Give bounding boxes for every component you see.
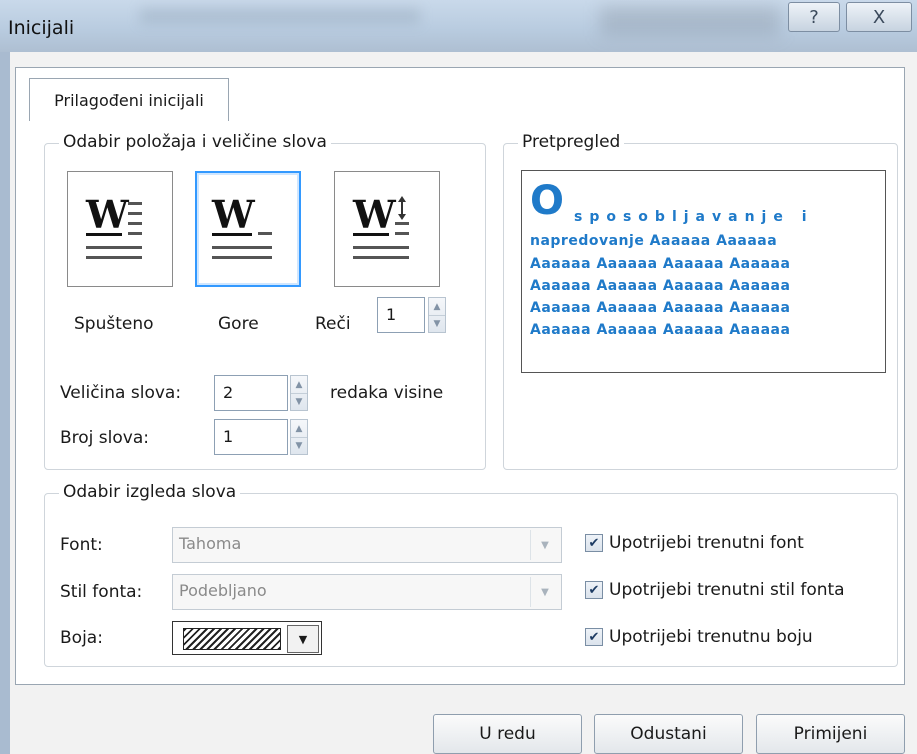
preview-line: napredovanje Aaaaaa Aaaaaa (530, 233, 778, 249)
spin-down-icon[interactable]: ▼ (291, 393, 307, 410)
spin-down-icon[interactable]: ▼ (291, 437, 307, 454)
group-title: Pretpregled (518, 132, 625, 152)
words-spinner-input[interactable]: 1 (377, 297, 425, 333)
layout-margin-option[interactable]: W (334, 171, 440, 287)
close-icon: X (872, 6, 886, 28)
spinner-value: 1 (223, 427, 234, 446)
spin-up-icon[interactable]: ▲ (291, 420, 307, 438)
font-style-label: Stil fonta: (60, 582, 143, 602)
font-size-spinner-buttons[interactable]: ▲ ▼ (290, 375, 308, 411)
letter-count-label: Broj slova: (60, 428, 149, 448)
font-size-label: Veličina slova: (60, 383, 182, 403)
close-button[interactable]: X (846, 2, 912, 32)
spin-up-icon[interactable]: ▲ (291, 376, 307, 394)
words-spinner-buttons[interactable]: ▲ ▼ (428, 297, 446, 333)
use-current-style-checkbox[interactable]: ✔ Upotrijebi trenutni stil fonta (585, 580, 845, 600)
font-style-value: Podebljano (179, 581, 267, 600)
use-current-color-checkbox[interactable]: ✔ Upotrijebi trenutnu boju (585, 627, 813, 647)
preview-line: Aaaaaa Aaaaaa Aaaaaa Aaaaaa (530, 278, 791, 294)
chevron-down-icon[interactable]: ▼ (287, 625, 319, 653)
font-style-select[interactable]: Podebljano ▼ (172, 574, 562, 610)
background-blur (140, 8, 420, 24)
font-size-unit-label: redaka visine (330, 383, 444, 403)
preview-line: Aaaaaa Aaaaaa Aaaaaa Aaaaaa (530, 256, 791, 272)
font-label: Font: (60, 535, 103, 555)
window-title: Inicijali (8, 17, 75, 39)
preview-box: O sposobljavanje i napredovanje Aaaaaa A… (521, 170, 886, 373)
preview-initial: O (530, 178, 565, 224)
font-value: Tahoma (179, 534, 242, 553)
ok-button[interactable]: U redu (433, 714, 582, 754)
hatch-swatch-icon (183, 628, 281, 650)
layout-top-label: Gore (218, 314, 259, 334)
preview-line: Aaaaaa Aaaaaa Aaaaaa Aaaaaa (530, 300, 791, 316)
spin-up-icon[interactable]: ▲ (429, 298, 445, 316)
preview-line: Aaaaaa Aaaaaa Aaaaaa Aaaaaa (530, 322, 791, 338)
top-layout-icon: W (211, 192, 272, 259)
font-size-input[interactable]: 2 (214, 375, 288, 411)
layout-dropped-option[interactable]: W (67, 171, 173, 287)
layout-words-label: Reči (315, 314, 351, 334)
letter-count-spinner-buttons[interactable]: ▲ ▼ (290, 419, 308, 455)
use-current-font-checkbox[interactable]: ✔ Upotrijebi trenutni font (585, 533, 804, 553)
layout-dropped-label: Spušteno (74, 314, 154, 334)
checkbox-label: Upotrijebi trenutnu boju (609, 627, 813, 647)
cancel-button[interactable]: Odustani (594, 714, 743, 754)
color-label: Boja: (60, 628, 103, 648)
checkbox-label: Upotrijebi trenutni font (609, 533, 804, 553)
group-title: Odabir položaja i veličine slova (59, 132, 331, 152)
tab-label: Prilagođeni inicijali (54, 90, 204, 110)
apply-button[interactable]: Primijeni (756, 714, 905, 754)
spin-down-icon[interactable]: ▼ (429, 315, 445, 332)
background-blur (600, 6, 780, 36)
group-title: Odabir izgleda slova (59, 482, 241, 502)
checkbox-label: Upotrijebi trenutni stil fonta (609, 580, 845, 600)
checkmark-icon: ✔ (585, 628, 603, 646)
preview-first-line: sposobljavanje i (574, 209, 814, 225)
letter-count-input[interactable]: 1 (214, 419, 288, 455)
color-picker[interactable]: ▼ (172, 621, 322, 655)
title-bar: Inicijali ? X (0, 0, 917, 52)
checkmark-icon: ✔ (585, 581, 603, 599)
font-select[interactable]: Tahoma ▼ (172, 527, 562, 563)
margin-layout-icon: W (352, 192, 409, 259)
help-button[interactable]: ? (788, 2, 840, 32)
svg-text:W: W (211, 192, 256, 237)
help-icon: ? (809, 6, 819, 28)
chevron-down-icon[interactable]: ▼ (530, 577, 559, 607)
checkmark-icon: ✔ (585, 534, 603, 552)
spinner-value: 1 (386, 305, 397, 324)
dropped-layout-icon: W (85, 192, 142, 259)
spinner-value: 2 (223, 383, 234, 402)
chevron-down-icon[interactable]: ▼ (530, 530, 559, 560)
svg-text:W: W (352, 192, 397, 237)
svg-text:W: W (85, 192, 130, 237)
tab-custom-initials[interactable]: Prilagođeni inicijali (29, 78, 229, 121)
layout-top-option[interactable]: W (195, 171, 301, 287)
